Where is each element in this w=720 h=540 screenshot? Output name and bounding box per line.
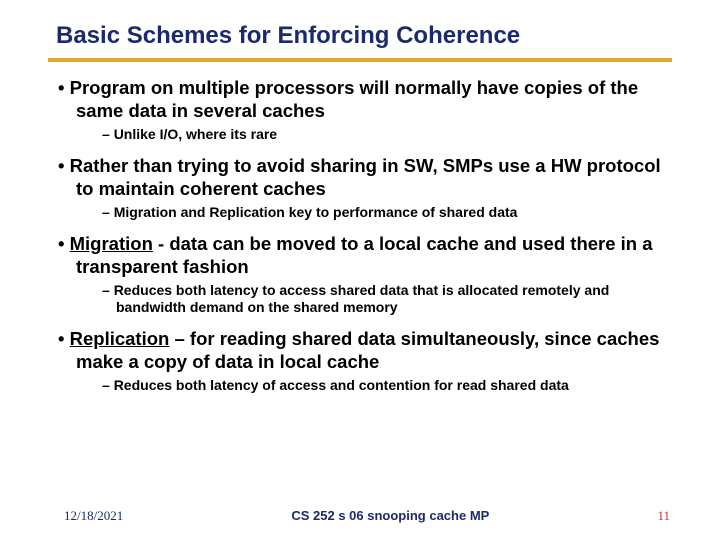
- slide-footer: 12/18/2021 CS 252 s 06 snooping cache MP…: [0, 508, 720, 524]
- slide: Basic Schemes for Enforcing Coherence Pr…: [0, 0, 720, 540]
- bullet-level-2: Unlike I/O, where its rare: [58, 126, 672, 144]
- footer-course: CS 252 s 06 snooping cache MP: [291, 508, 489, 523]
- bullet-level-2: Reduces both latency to access shared da…: [58, 282, 672, 317]
- bullet-level-2: Migration and Replication key to perform…: [58, 204, 672, 222]
- bullet-level-1: Replication – for reading shared data si…: [58, 327, 672, 373]
- footer-page-number: 11: [657, 508, 670, 524]
- bullet-level-2: Reduces both latency of access and conte…: [58, 377, 672, 395]
- bullet-level-1: Rather than trying to avoid sharing in S…: [58, 154, 672, 200]
- footer-date: 12/18/2021: [64, 508, 123, 524]
- slide-body: Program on multiple processors will norm…: [48, 76, 672, 395]
- slide-title: Basic Schemes for Enforcing Coherence: [48, 22, 672, 58]
- title-rule: [48, 58, 672, 62]
- bullet-level-1: Program on multiple processors will norm…: [58, 76, 672, 122]
- bullet-level-1: Migration - data can be moved to a local…: [58, 232, 672, 278]
